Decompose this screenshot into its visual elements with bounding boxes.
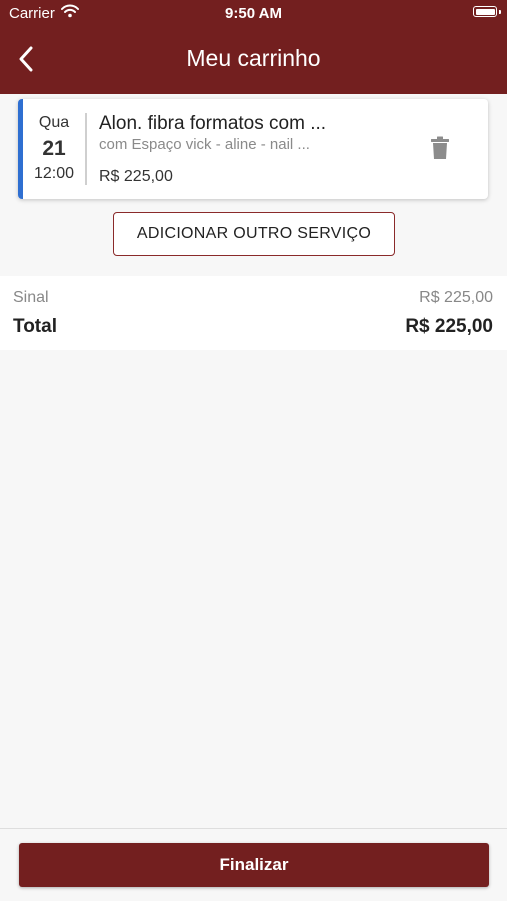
appointment-weekday: Qua [38,114,70,131]
add-service-button[interactable]: ADICIONAR OUTRO SERVIÇO [113,212,395,256]
appointment-day: 21 [42,137,66,160]
deposit-label: Sinal [13,289,49,306]
trash-icon [431,136,449,159]
service-name: Alon. fibra formatos com ... [99,113,327,134]
appointment-time: 12:00 [33,165,75,182]
total-value: R$ 225,00 [405,316,493,337]
order-summary: Sinal R$ 225,00 Total R$ 225,00 [0,276,507,350]
appointment-date: Qua 21 12:00 [23,99,85,199]
battery-icon [473,6,497,17]
service-professional: com Espaço vick - aline - nail ... [99,136,310,153]
cart-item-card[interactable]: Qua 21 12:00 Alon. fibra formatos com ..… [18,99,488,199]
status-bar: Carrier 9:50 AM [0,0,507,28]
service-price: R$ 225,00 [99,168,173,185]
status-time: 9:50 AM [225,5,282,22]
finalize-button[interactable]: Finalizar [19,843,489,887]
total-label: Total [13,316,57,337]
deposit-value: R$ 225,00 [419,289,493,306]
footer-bar: Finalizar [0,828,507,901]
page-title: Meu carrinho [186,45,321,71]
battery-tip [499,10,501,14]
app-header: Carrier 9:50 AM Meu carrinho [0,0,507,94]
card-divider [85,113,87,185]
delete-item-button[interactable] [430,136,450,165]
